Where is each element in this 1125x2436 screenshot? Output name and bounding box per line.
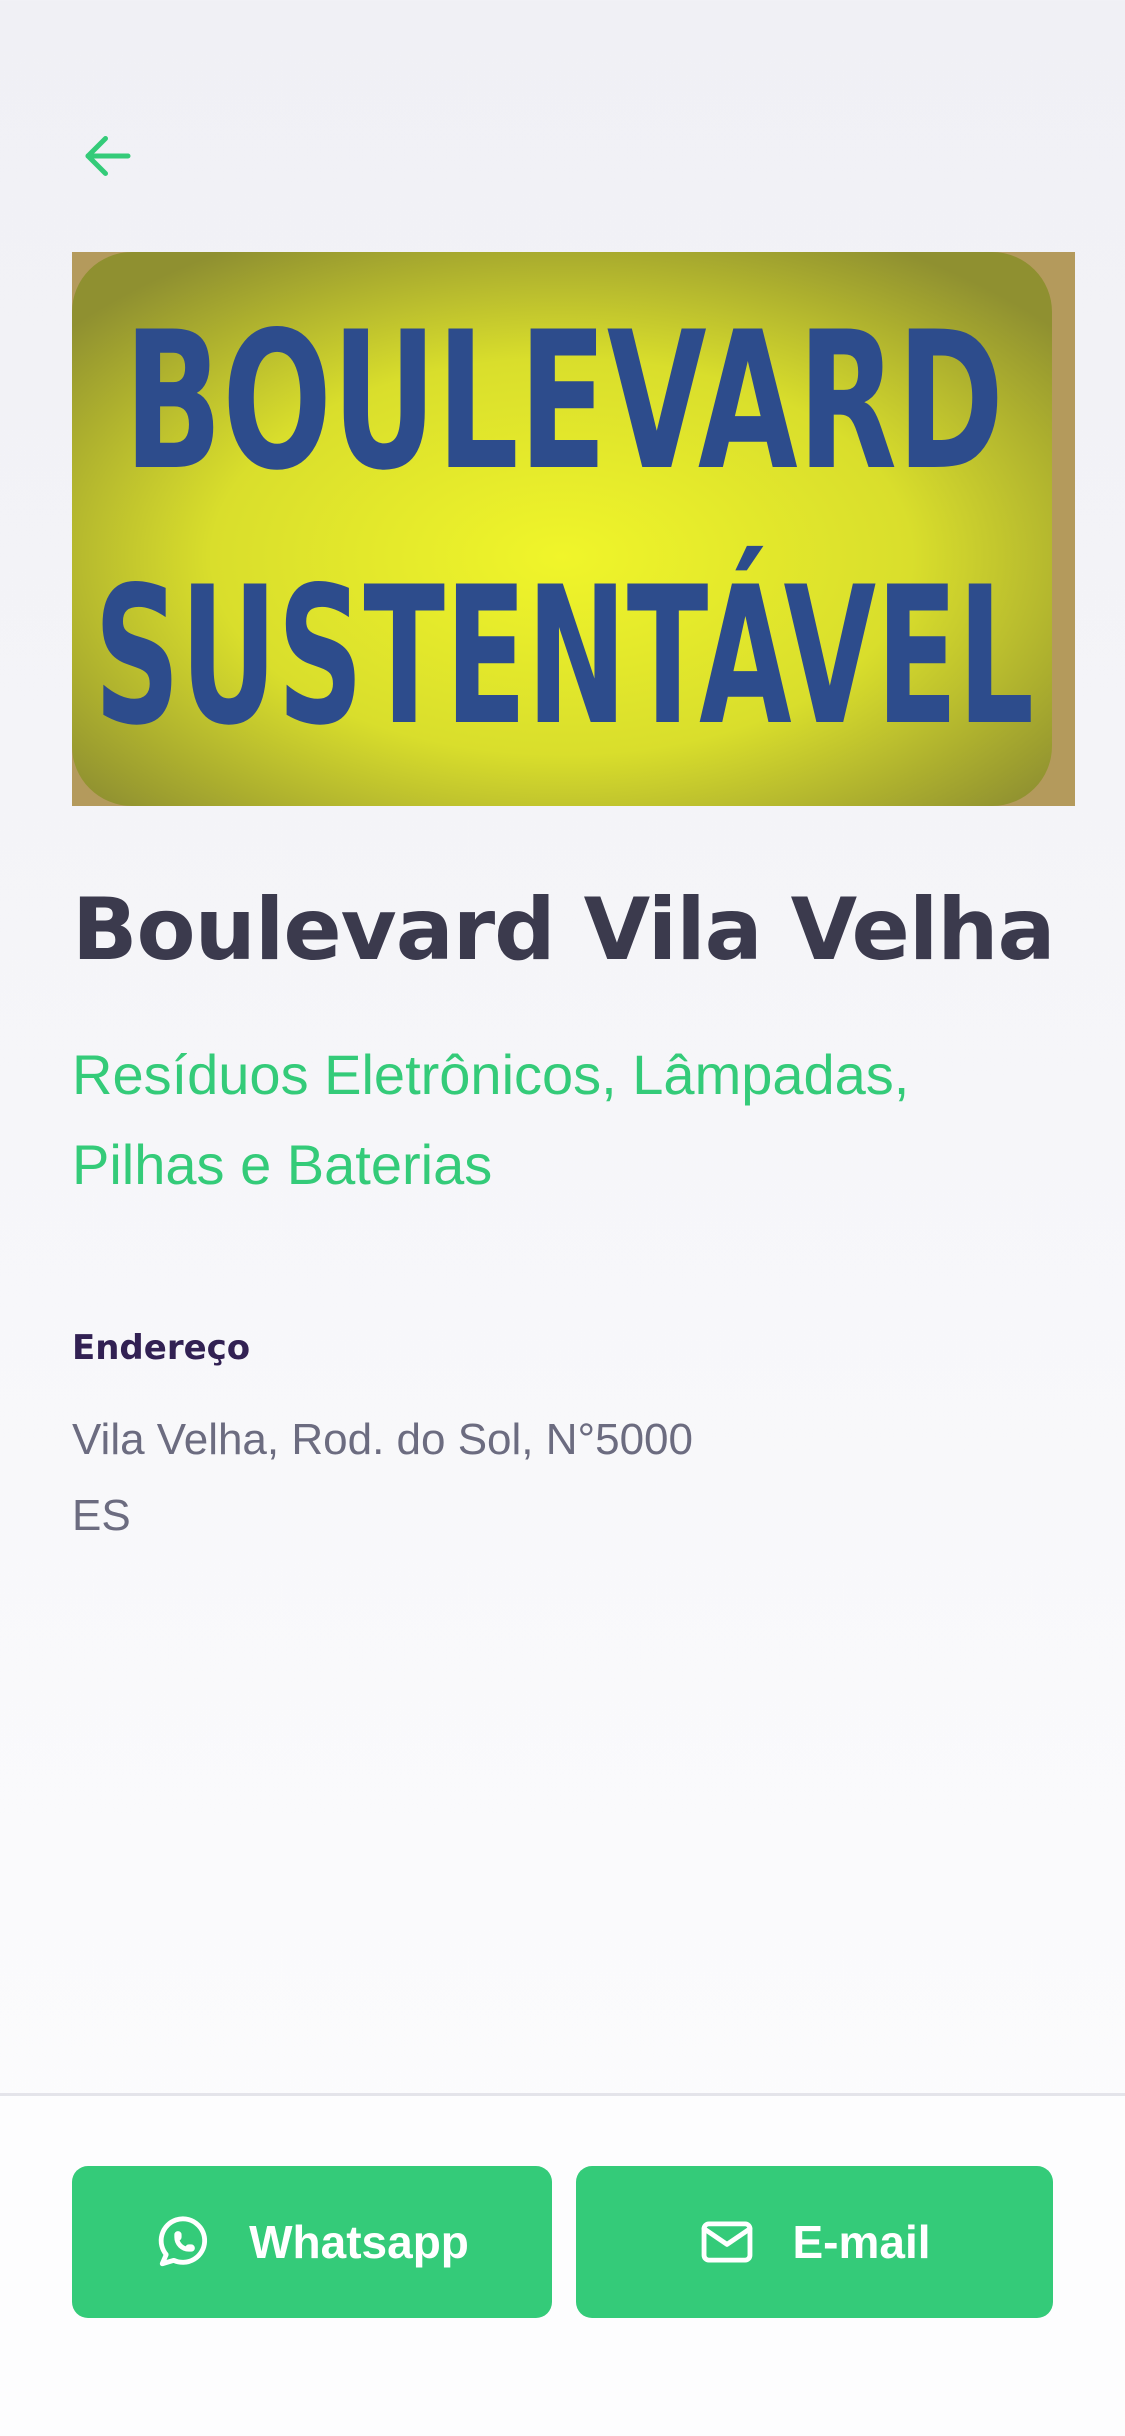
mail-icon	[698, 2213, 756, 2271]
whatsapp-icon	[155, 2213, 213, 2271]
back-button[interactable]	[72, 120, 144, 192]
email-button[interactable]: E-mail	[576, 2166, 1053, 2318]
address-section: Endereço Vila Velha, Rod. do Sol, N°5000…	[72, 1320, 1032, 1554]
place-image: BOULEVARD SUSTENTÁVEL	[72, 252, 1075, 806]
place-items: Resíduos Eletrônicos, Lâmpadas, Pilhas e…	[72, 1043, 910, 1196]
address-title: Endereço	[72, 1328, 251, 1368]
address-street: Vila Velha, Rod. do Sol, N°5000	[72, 1415, 693, 1464]
hero-text-line2: SUSTENTÁVEL	[94, 545, 1034, 767]
address-state: ES	[72, 1491, 131, 1540]
hero-text-line1: BOULEVARD	[124, 291, 1004, 512]
whatsapp-label: Whatsapp	[249, 2216, 469, 2268]
place-name: Boulevard Vila Velha	[72, 880, 1056, 980]
whatsapp-button[interactable]: Whatsapp	[72, 2166, 552, 2318]
email-label: E-mail	[792, 2216, 931, 2268]
footer: Whatsapp E-mail	[0, 2093, 1125, 2436]
arrow-left-icon	[85, 136, 131, 176]
